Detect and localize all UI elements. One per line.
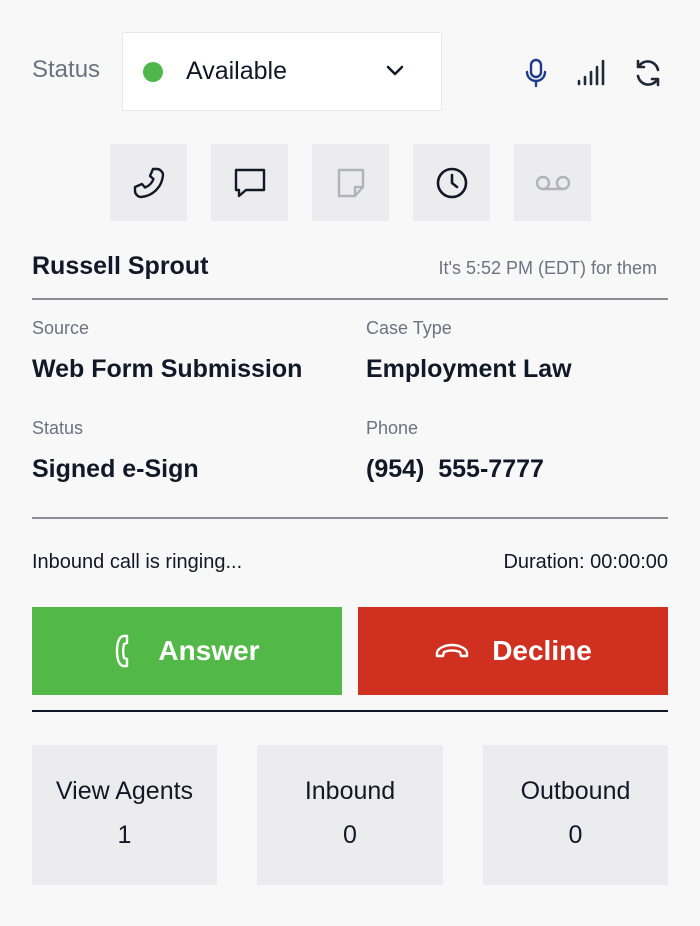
inbound-label: Inbound xyxy=(304,777,396,805)
voicemail-icon xyxy=(535,175,570,190)
phone-hangup-icon xyxy=(435,643,469,658)
outbound-label: Outbound xyxy=(520,777,631,805)
call-duration: Duration: 00:00:00 xyxy=(503,551,668,573)
contact-status-value: Signed e-Sign xyxy=(32,455,199,483)
microphone-icon[interactable] xyxy=(520,57,552,89)
phone-answer-icon xyxy=(116,634,129,668)
answer-button-label: Answer xyxy=(158,635,260,666)
phone-label: Phone xyxy=(366,418,419,438)
contact-status-label: Status xyxy=(32,418,84,438)
answer-button[interactable]: Answer xyxy=(32,607,342,695)
contact-name: Russell Sprout xyxy=(32,252,209,280)
decline-button-label: Decline xyxy=(492,635,592,666)
chat-icon xyxy=(234,168,265,197)
source-value: Web Form Submission xyxy=(32,355,303,383)
divider xyxy=(32,298,668,300)
decline-button[interactable]: Decline xyxy=(358,607,668,695)
case-type-label: Case Type xyxy=(366,318,452,338)
inbound-count: 0 xyxy=(343,821,357,849)
chat-action-tile[interactable] xyxy=(211,144,288,221)
status-indicator-dot xyxy=(143,61,163,82)
refresh-icon[interactable] xyxy=(632,57,664,89)
status-label: Status xyxy=(32,56,101,83)
view-agents-card[interactable]: View Agents 1 xyxy=(32,745,217,885)
status-dropdown[interactable]: Available xyxy=(122,32,442,111)
clock-icon xyxy=(436,167,467,198)
inbound-card[interactable]: Inbound 0 xyxy=(257,745,443,885)
source-label: Source xyxy=(32,318,90,338)
divider xyxy=(32,517,668,519)
note-action-tile xyxy=(312,144,389,221)
note-icon xyxy=(337,168,364,197)
phone-icon xyxy=(133,167,164,198)
outbound-card[interactable]: Outbound 0 xyxy=(483,745,668,885)
contact-local-time: It's 5:52 PM (EDT) for them xyxy=(438,258,658,278)
call-state-text: Inbound call is ringing... xyxy=(32,551,243,573)
history-action-tile[interactable] xyxy=(413,144,490,221)
status-selected-value: Available xyxy=(186,57,288,85)
signal-strength-icon xyxy=(577,59,605,86)
divider xyxy=(32,710,668,712)
chevron-down-icon xyxy=(386,65,404,76)
case-type-value: Employment Law xyxy=(366,355,572,383)
view-agents-label: View Agents xyxy=(55,777,194,805)
view-agents-count: 1 xyxy=(117,821,132,849)
voicemail-action-tile xyxy=(514,144,591,221)
outbound-count: 0 xyxy=(568,821,583,849)
phone-action-tile[interactable] xyxy=(110,144,187,221)
phone-value: (954) 555-7777 xyxy=(366,455,544,483)
